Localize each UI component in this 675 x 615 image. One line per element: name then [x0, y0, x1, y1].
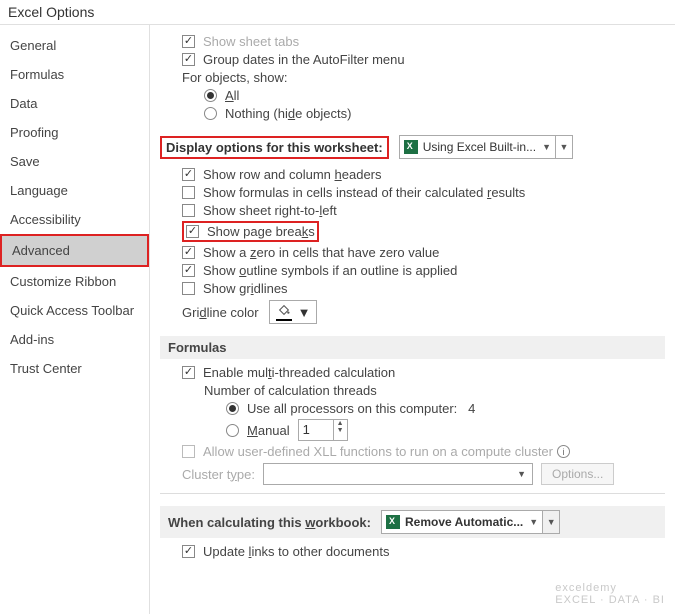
- radio-use-all-procs[interactable]: [226, 402, 239, 415]
- worksheet-dropdown[interactable]: Using Excel Built-in... ▼: [399, 135, 556, 159]
- sidebar-item-customize-ribbon[interactable]: Customize Ribbon: [0, 267, 149, 296]
- checkbox-update-links[interactable]: [182, 545, 195, 558]
- label-gridlines: Show gridlines: [203, 281, 288, 296]
- sidebar-item-data[interactable]: Data: [0, 89, 149, 118]
- sidebar-item-formulas[interactable]: Formulas: [0, 60, 149, 89]
- chevron-down-icon: ▼: [529, 517, 538, 527]
- cluster-options-button: Options...: [541, 463, 614, 485]
- label-num-threads: Number of calculation threads: [204, 383, 377, 398]
- section-formulas: Formulas: [160, 336, 665, 359]
- sidebar-item-trust-center[interactable]: Trust Center: [0, 354, 149, 383]
- sidebar-item-addins[interactable]: Add-ins: [0, 325, 149, 354]
- radio-manual[interactable]: [226, 424, 239, 437]
- workbook-dropdown[interactable]: Remove Automatic... ▼: [381, 510, 543, 534]
- label-outline-symbols: Show outline symbols if an outline is ap…: [203, 263, 457, 278]
- checkbox-row-col-headers[interactable]: [182, 168, 195, 181]
- label-nothing: Nothing (hide objects): [225, 106, 351, 121]
- sidebar-item-language[interactable]: Language: [0, 176, 149, 205]
- radio-nothing[interactable]: [204, 107, 217, 120]
- section-when-calculating: When calculating this workbook:: [168, 515, 371, 530]
- label-sheet-rtl: Show sheet right-to-left: [203, 203, 337, 218]
- section-display-worksheet: Display options for this worksheet:: [160, 136, 389, 159]
- info-icon[interactable]: i: [557, 445, 570, 458]
- checkbox-allow-xll: [182, 445, 195, 458]
- label-group-dates: Group dates in the AutoFilter menu: [203, 52, 405, 67]
- checkbox-formulas-in-cells[interactable]: [182, 186, 195, 199]
- spin-up-icon[interactable]: ▲: [334, 420, 347, 427]
- label-row-col-headers: Show row and column headers: [203, 167, 382, 182]
- sidebar-nav: General Formulas Data Proofing Save Lang…: [0, 25, 150, 614]
- label-show-sheet-tabs: Show sheet tabs: [203, 34, 299, 49]
- label-manual: Manual: [247, 423, 290, 438]
- label-page-breaks: Show page breaks: [207, 224, 315, 239]
- sidebar-item-advanced[interactable]: Advanced: [0, 234, 149, 267]
- sidebar-item-general[interactable]: General: [0, 31, 149, 60]
- checkbox-outline-symbols[interactable]: [182, 264, 195, 277]
- checkbox-show-sheet-tabs[interactable]: [182, 35, 195, 48]
- radio-all[interactable]: [204, 89, 217, 102]
- checkbox-multi-thread[interactable]: [182, 366, 195, 379]
- label-all: All: [225, 88, 239, 103]
- checkbox-page-breaks[interactable]: [186, 225, 199, 238]
- window-title: Excel Options: [0, 0, 675, 25]
- watermark: exceldemyEXCEL · DATA · BI: [555, 582, 665, 606]
- manual-threads-spinner[interactable]: 1 ▲▼: [298, 419, 348, 441]
- label-formulas-in-cells: Show formulas in cells instead of their …: [203, 185, 525, 200]
- checkbox-gridlines[interactable]: [182, 282, 195, 295]
- sidebar-item-qat[interactable]: Quick Access Toolbar: [0, 296, 149, 325]
- spin-down-icon[interactable]: ▼: [334, 427, 347, 434]
- sidebar-item-save[interactable]: Save: [0, 147, 149, 176]
- chevron-down-icon: ▼: [298, 305, 311, 320]
- checkbox-group-dates[interactable]: [182, 53, 195, 66]
- label-cluster-type: Cluster type:: [182, 467, 255, 482]
- sidebar-item-proofing[interactable]: Proofing: [0, 118, 149, 147]
- workbook-dropdown-split[interactable]: ▼: [542, 510, 560, 534]
- paint-bucket-icon: [276, 303, 292, 321]
- worksheet-dropdown-split[interactable]: ▼: [555, 135, 573, 159]
- sidebar-item-accessibility[interactable]: Accessibility: [0, 205, 149, 234]
- content-pane: Show sheet tabs Group dates in the AutoF…: [150, 25, 675, 614]
- label-multi-thread: Enable multi-threaded calculation: [203, 365, 395, 380]
- excel-icon: [386, 515, 400, 529]
- excel-icon: [404, 140, 418, 154]
- label-use-all-procs: Use all processors on this computer: 4: [247, 401, 475, 416]
- highlight-page-breaks: Show page breaks: [182, 221, 319, 242]
- label-allow-xll: Allow user-defined XLL functions to run …: [203, 444, 553, 459]
- chevron-down-icon: ▼: [517, 469, 526, 479]
- label-update-links: Update links to other documents: [203, 544, 389, 559]
- label-for-objects: For objects, show:: [182, 70, 288, 85]
- chevron-down-icon: ▼: [542, 142, 551, 152]
- label-gridline-color: Gridline color: [182, 305, 259, 320]
- label-zero-values: Show a zero in cells that have zero valu…: [203, 245, 439, 260]
- gridline-color-picker[interactable]: ▼: [269, 300, 318, 324]
- cluster-type-select[interactable]: ▼: [263, 463, 533, 485]
- checkbox-zero-values[interactable]: [182, 246, 195, 259]
- checkbox-sheet-rtl[interactable]: [182, 204, 195, 217]
